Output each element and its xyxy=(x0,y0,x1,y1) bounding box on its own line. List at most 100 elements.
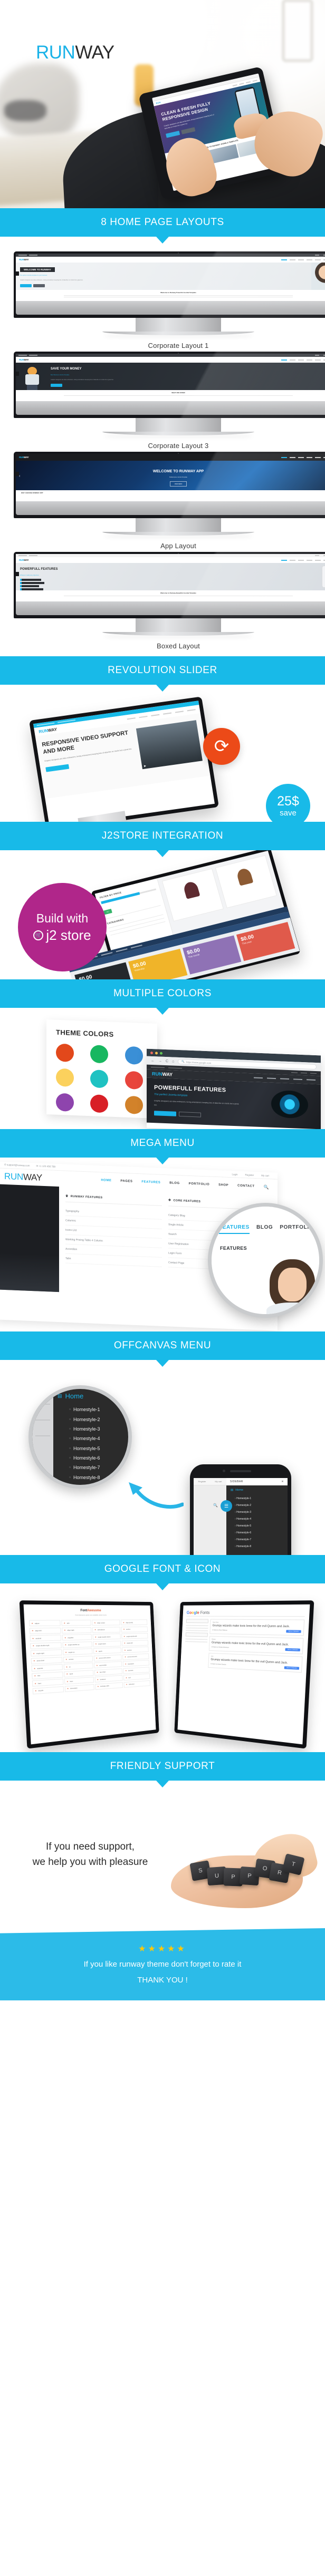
icon-cell[interactable]: angle-down xyxy=(93,1640,121,1647)
nav-item-features[interactable]: FEATURES xyxy=(141,1180,160,1184)
icon-cell[interactable]: asterisk xyxy=(31,1664,63,1672)
color-swatch[interactable] xyxy=(90,1094,109,1113)
add-to-collection-button[interactable]: Add to Collection xyxy=(284,1666,300,1670)
icon-cell[interactable]: area-chart xyxy=(31,1656,62,1664)
icon-cell[interactable]: bars xyxy=(32,1678,64,1687)
offcanvas-item[interactable]: Homestyle-1 xyxy=(69,1405,128,1414)
layout-card-corporate-3[interactable]: RUNWAY SAVE YOUR MONEY Best Business Joo… xyxy=(14,352,325,450)
color-swatch[interactable] xyxy=(125,1046,143,1065)
icon-cell[interactable]: angle-right xyxy=(30,1649,62,1657)
icon-cell[interactable]: bell xyxy=(123,1673,150,1681)
icon-cell[interactable]: at xyxy=(63,1663,93,1670)
nav-item-shop[interactable]: SHOP xyxy=(320,1224,323,1234)
side-tab-icon[interactable] xyxy=(16,572,19,576)
maximize-icon[interactable] xyxy=(160,1052,162,1055)
sidebar-item[interactable]: Homestyle-8 xyxy=(235,1543,288,1550)
revolution-video-thumb[interactable] xyxy=(136,720,203,770)
offcanvas-item[interactable]: Homestyle-8 xyxy=(69,1473,128,1482)
nav-item-features[interactable]: FEATURES xyxy=(219,1224,250,1234)
offcanvas-home-item[interactable]: ▤ Home xyxy=(58,1392,128,1400)
reload-icon[interactable]: C xyxy=(166,1059,168,1063)
back-arrow-icon[interactable]: ← xyxy=(151,1058,155,1062)
product-card[interactable] xyxy=(215,855,277,909)
nav-item-portfolio[interactable]: PORTFOLIO xyxy=(280,1224,313,1234)
nav-item-shop[interactable]: SHOP xyxy=(218,1183,228,1187)
icon-cell[interactable]: bar-chart xyxy=(94,1668,122,1676)
icon-cell[interactable]: arrow-circle-down xyxy=(93,1654,122,1661)
offcanvas-item[interactable]: Homestyle-4 xyxy=(69,1434,128,1443)
nav-item-contact[interactable]: CONTACT xyxy=(237,1184,254,1188)
icon-cell[interactable]: angellist xyxy=(62,1634,92,1641)
icon-cell[interactable]: arrows xyxy=(63,1655,93,1663)
color-swatch[interactable] xyxy=(90,1070,109,1088)
icon-cell[interactable]: angle-up xyxy=(63,1648,93,1656)
sidebar-item[interactable]: Homestyle-2 xyxy=(235,1502,288,1509)
icon-cell[interactable]: adjust xyxy=(28,1620,61,1627)
icon-cell[interactable]: angle-double-up xyxy=(62,1641,92,1648)
nav-item-blog[interactable]: BLOG xyxy=(256,1224,273,1234)
close-icon[interactable]: ✕ xyxy=(281,1480,284,1483)
search-icon[interactable]: 🔍 xyxy=(264,1184,269,1189)
offcanvas-item[interactable]: Homestyle-3 xyxy=(69,1424,128,1434)
layout-card-corporate-1[interactable]: RUNWAY WELCOME TO RUNWAY The perfect Joo… xyxy=(14,251,325,349)
topbar-register[interactable]: Register xyxy=(245,1173,254,1177)
icon-cell[interactable]: angle-left xyxy=(122,1639,149,1646)
sidebar-item[interactable]: Homestyle-1 xyxy=(235,1495,288,1502)
sidebar-item[interactable]: Homestyle-6 xyxy=(235,1529,288,1536)
icon-cell[interactable]: anchor xyxy=(121,1626,148,1632)
icon-cell[interactable]: android xyxy=(30,1635,61,1641)
side-tab-icon[interactable] xyxy=(16,472,19,476)
icon-cell[interactable]: ban xyxy=(32,1671,63,1679)
close-icon[interactable] xyxy=(150,1051,153,1054)
offcanvas-item[interactable]: Homestyle-2 xyxy=(69,1414,128,1424)
sidebar-item[interactable]: Homestyle-7 xyxy=(235,1536,288,1543)
icon-cell[interactable]: behance xyxy=(94,1675,123,1683)
icon-cell[interactable]: align-left xyxy=(29,1627,61,1634)
icon-cell[interactable]: bitbucket xyxy=(123,1680,150,1688)
topbar-cart[interactable]: My cart xyxy=(261,1174,269,1177)
prev-arrow-icon[interactable]: ‹ xyxy=(19,474,20,478)
nav-item-pages[interactable]: PAGES xyxy=(120,1180,132,1183)
view-demo-button[interactable] xyxy=(179,1112,201,1117)
hamburger-icon[interactable]: ☰ xyxy=(221,1500,232,1512)
color-swatch[interactable] xyxy=(125,1095,143,1114)
offcanvas-item[interactable]: Homestyle-7 xyxy=(69,1463,128,1472)
font-card[interactable]: Roboto Grumpy wizards make toxic brew fo… xyxy=(208,1636,304,1655)
icon-cell[interactable]: bicycle xyxy=(32,1686,64,1695)
offcanvas-item[interactable]: Homestyle-6 xyxy=(69,1453,128,1463)
side-tab-icon[interactable] xyxy=(16,271,19,276)
color-swatch[interactable] xyxy=(56,1068,74,1087)
icon-cell[interactable]: backward xyxy=(122,1660,149,1667)
icon-cell[interactable]: arrow-circle-left xyxy=(122,1653,149,1660)
script-select[interactable] xyxy=(185,1632,208,1637)
phone-cart-link[interactable]: My cart xyxy=(215,1480,222,1483)
layout-card-app[interactable]: RUNWAY WELCOME TO RUNWAY APP Multipurpos… xyxy=(14,452,325,550)
sidebar-home-item[interactable]: ▤ Home xyxy=(226,1485,288,1495)
color-swatch[interactable] xyxy=(90,1045,109,1064)
sidebar-item[interactable]: Homestyle-3 xyxy=(235,1509,288,1515)
icon-cell[interactable]: align-right xyxy=(62,1627,92,1634)
sidebar-item[interactable]: Homestyle-4 xyxy=(235,1515,288,1522)
icon-cell[interactable]: bank xyxy=(64,1669,94,1677)
icon-cell[interactable]: automobile xyxy=(94,1661,122,1668)
icon-cell[interactable]: archive xyxy=(122,1646,149,1653)
topbar-login[interactable]: Login xyxy=(232,1173,237,1175)
font-card[interactable]: Lato Grumpy wizards make toxic brew for … xyxy=(208,1652,303,1673)
sidebar-item[interactable]: Homestyle-5 xyxy=(235,1522,288,1529)
category-select[interactable] xyxy=(186,1619,209,1624)
icon-cell[interactable]: barcode xyxy=(123,1666,150,1674)
icon-cell[interactable]: apple xyxy=(93,1647,121,1654)
product-card[interactable] xyxy=(161,868,224,922)
add-to-collection-button[interactable]: Add to Collection xyxy=(286,1630,301,1633)
icon-cell[interactable]: adn xyxy=(61,1619,91,1626)
color-swatch[interactable] xyxy=(125,1071,143,1090)
icon-cell[interactable]: align-center xyxy=(92,1619,120,1626)
layout-card-boxed[interactable]: RUNWAY POWERFULL FEATURES Whatever makin… xyxy=(14,552,325,650)
forward-arrow-icon[interactable]: → xyxy=(158,1059,162,1063)
icon-cell[interactable]: angle-double-right xyxy=(30,1642,62,1649)
revolution-button[interactable] xyxy=(45,764,70,772)
icon-cell[interactable]: beer xyxy=(64,1677,94,1685)
icon-cell[interactable]: ambulance xyxy=(92,1626,121,1633)
side-tab-icon[interactable] xyxy=(16,372,19,376)
filter-go-button[interactable]: GO xyxy=(103,908,112,915)
